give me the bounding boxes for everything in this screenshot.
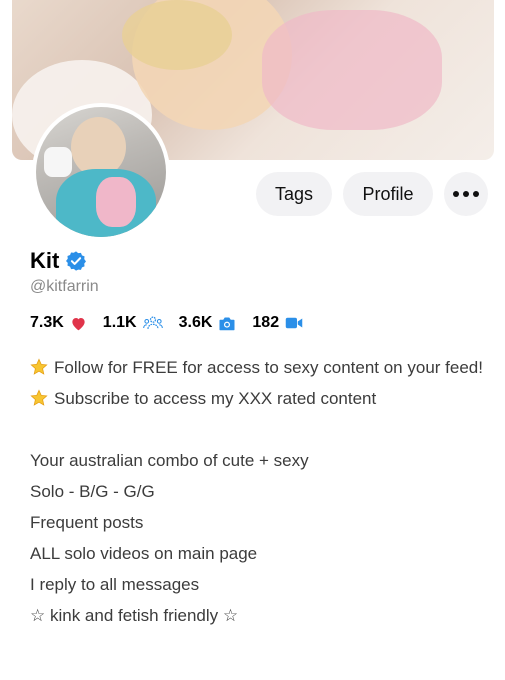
avatar[interactable] bbox=[32, 103, 170, 241]
videos-stat: 182 bbox=[252, 314, 303, 332]
bio-line-subscribe: Subscribe to access my XXX rated content bbox=[30, 383, 490, 414]
verified-badge-icon bbox=[66, 251, 87, 271]
star-icon bbox=[30, 358, 48, 375]
heart-icon bbox=[72, 317, 85, 330]
bio-line-7: I reply to all messages bbox=[30, 575, 200, 594]
more-options-button[interactable] bbox=[444, 172, 488, 216]
likes-count: 7.3K bbox=[30, 314, 64, 331]
photos-count: 3.6K bbox=[178, 314, 213, 331]
videos-count: 182 bbox=[252, 314, 280, 331]
bio-line-2: Subscribe to access my XXX rated content bbox=[54, 389, 377, 408]
name-row: Kit bbox=[30, 248, 87, 274]
bio-spacer bbox=[30, 414, 490, 445]
bio: Follow for FREE for access to sexy conte… bbox=[30, 352, 490, 631]
bio-line-6: ALL solo videos on main page bbox=[30, 544, 258, 563]
bio-line-3: Your australian combo of cute + sexy bbox=[30, 451, 309, 470]
photos-stat: 3.6K bbox=[179, 314, 237, 332]
bio-line-follow: Follow for FREE for access to sexy conte… bbox=[30, 352, 490, 383]
profile-handle: @kitfarrin bbox=[30, 278, 99, 295]
users-icon bbox=[142, 316, 163, 329]
more-icon bbox=[453, 191, 479, 197]
likes-stat: 7.3K bbox=[30, 314, 87, 332]
subscribers-count: 1.1K bbox=[102, 314, 137, 331]
tags-button[interactable]: Tags bbox=[256, 172, 332, 216]
tags-button-label: Tags bbox=[274, 183, 314, 204]
video-camera-icon bbox=[285, 317, 303, 329]
star-icon bbox=[30, 389, 48, 406]
camera-icon bbox=[219, 317, 235, 330]
profile-name: Kit bbox=[30, 248, 60, 273]
profile-button-label: Profile bbox=[362, 183, 414, 204]
bio-line-4: Solo - B/G - G/G bbox=[30, 482, 155, 501]
stats-row: 7.3K 1.1K 3.6K 182 bbox=[30, 314, 319, 332]
bio-line-1: Follow for FREE for access to sexy conte… bbox=[54, 358, 483, 377]
profile-button[interactable]: Profile bbox=[343, 172, 433, 216]
subscribers-stat: 1.1K bbox=[103, 314, 163, 332]
bio-line-5: Frequent posts bbox=[30, 513, 144, 532]
bio-line-8: ☆ kink and fetish friendly ☆ bbox=[30, 606, 239, 625]
